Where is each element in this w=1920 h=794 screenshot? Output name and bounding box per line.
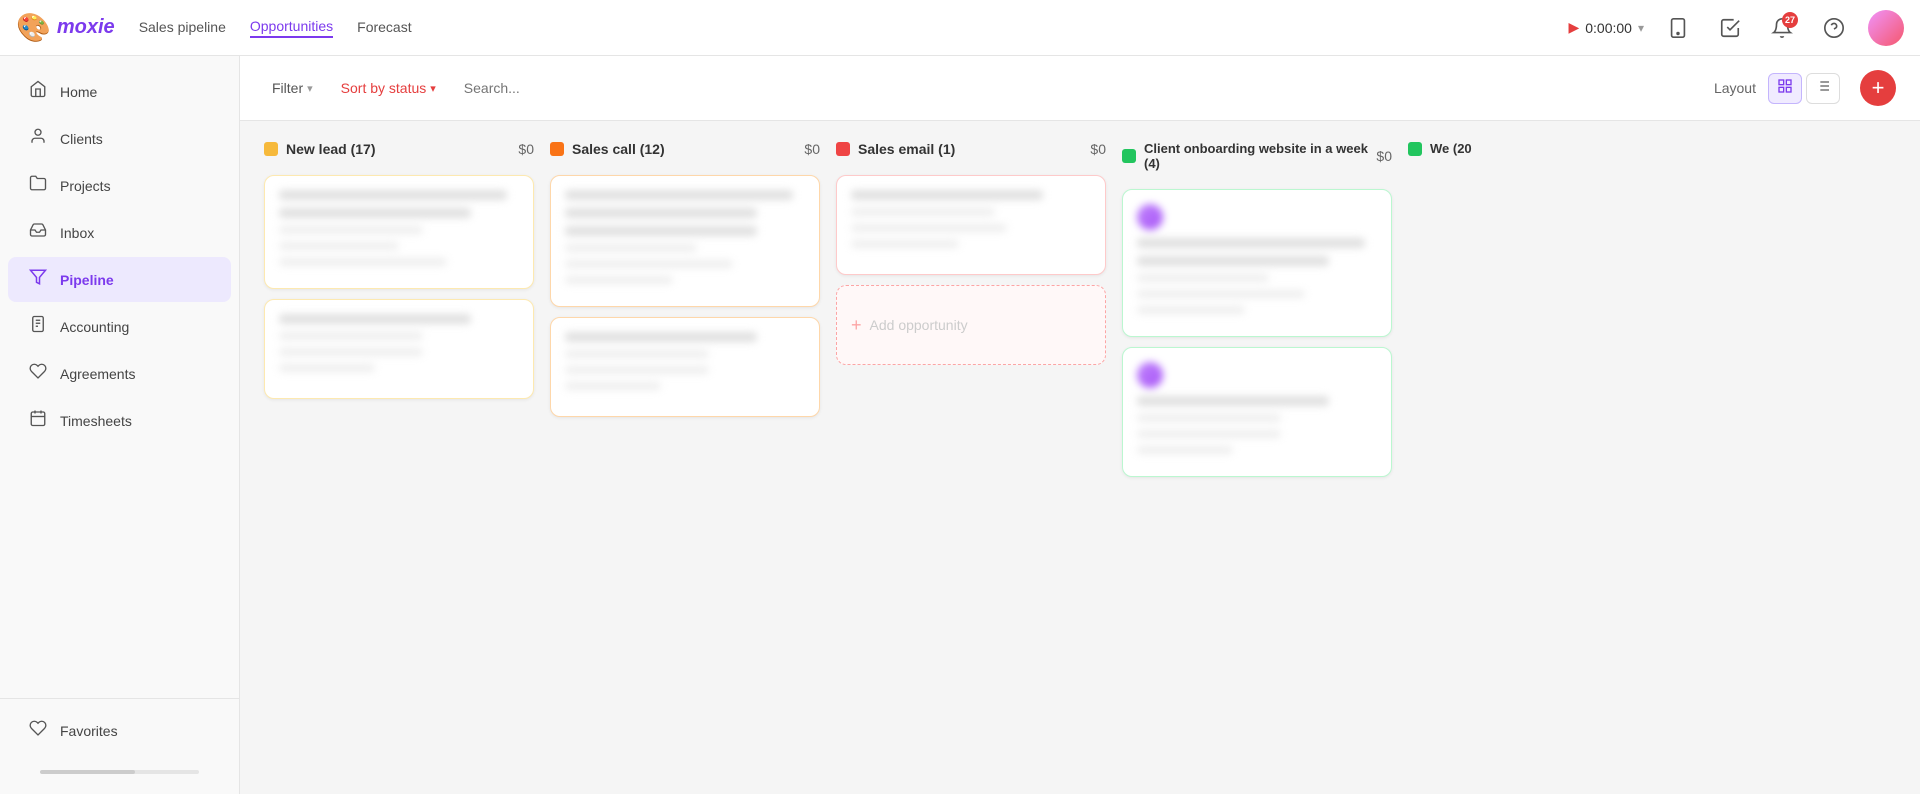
col-title-partial: We (20 xyxy=(1430,141,1588,156)
add-icon: + xyxy=(1872,75,1885,101)
nav-forecast[interactable]: Forecast xyxy=(357,19,411,37)
col-title-sales-call: Sales call (12) xyxy=(572,141,796,157)
add-opportunity-inline[interactable]: + Add opportunity xyxy=(836,285,1106,365)
col-title-client-onboarding: Client onboarding website in a week (4) xyxy=(1144,141,1368,171)
kanban-board: New lead (17) $0 xyxy=(240,121,1920,794)
kanban-card[interactable] xyxy=(550,317,820,417)
sidebar-label-favorites: Favorites xyxy=(60,723,118,739)
layout-buttons xyxy=(1768,73,1840,104)
main-layout: Home Clients Projects Inbox Pipeline xyxy=(0,56,1920,794)
sidebar-item-timesheets[interactable]: Timesheets xyxy=(8,398,231,443)
notification-badge: 27 xyxy=(1782,12,1798,28)
filter-chevron-icon: ▾ xyxy=(307,82,313,95)
agreements-icon xyxy=(28,362,48,385)
timer-display: 0:00:00 xyxy=(1585,20,1632,36)
col-dot-sales-call xyxy=(550,142,564,156)
checklist-icon-button[interactable] xyxy=(1712,10,1748,46)
col-header-sales-email: Sales email (1) $0 xyxy=(836,137,1106,165)
kanban-card[interactable] xyxy=(550,175,820,307)
add-opportunity-button[interactable]: + xyxy=(1860,70,1896,106)
kanban-col-new-lead: New lead (17) $0 xyxy=(264,137,534,399)
sidebar-item-home[interactable]: Home xyxy=(8,69,231,114)
toolbar: Filter ▾ Sort by status ▾ Layout + xyxy=(240,56,1920,121)
sidebar-label-timesheets: Timesheets xyxy=(60,413,132,429)
col-header-new-lead: New lead (17) $0 xyxy=(264,137,534,165)
add-opp-label: Add opportunity xyxy=(870,317,968,333)
nav-sales-pipeline[interactable]: Sales pipeline xyxy=(139,19,226,37)
topnav: 🎨 moxie Sales pipeline Opportunities For… xyxy=(0,0,1920,56)
layout-label: Layout xyxy=(1714,80,1756,96)
add-opp-icon: + xyxy=(851,315,862,336)
grid-layout-button[interactable] xyxy=(1768,73,1802,104)
col-amount-client-onboarding: $0 xyxy=(1376,148,1392,164)
col-header-sales-call: Sales call (12) $0 xyxy=(550,137,820,165)
sidebar-item-favorites[interactable]: Favorites xyxy=(8,708,231,753)
kanban-col-sales-call: Sales call (12) $0 xyxy=(550,137,820,417)
col-dot-new-lead xyxy=(264,142,278,156)
col-dot-sales-email xyxy=(836,142,850,156)
sidebar-item-agreements[interactable]: Agreements xyxy=(8,351,231,396)
sort-button[interactable]: Sort by status ▾ xyxy=(333,76,444,100)
topnav-links: Sales pipeline Opportunities Forecast xyxy=(139,18,412,38)
kanban-card[interactable] xyxy=(264,299,534,399)
avatar[interactable] xyxy=(1868,10,1904,46)
col-header-partial: We (20 xyxy=(1408,137,1588,164)
sidebar-label-agreements: Agreements xyxy=(60,366,135,382)
sidebar-item-pipeline[interactable]: Pipeline xyxy=(8,257,231,302)
kanban-card[interactable] xyxy=(1122,347,1392,477)
col-dot-client-onboarding xyxy=(1122,149,1136,163)
sidebar-label-accounting: Accounting xyxy=(60,319,129,335)
kanban-col-sales-email: Sales email (1) $0 + Add opportunity xyxy=(836,137,1106,365)
play-icon: ▶ xyxy=(1568,19,1579,36)
favorites-icon xyxy=(28,719,48,742)
sidebar-label-inbox: Inbox xyxy=(60,225,94,241)
sidebar-label-projects: Projects xyxy=(60,178,111,194)
clients-icon xyxy=(28,127,48,150)
timesheets-icon xyxy=(28,409,48,432)
col-amount-sales-email: $0 xyxy=(1090,141,1106,157)
timer-button[interactable]: ▶ 0:00:00 ▾ xyxy=(1568,19,1644,36)
sort-label: Sort by status xyxy=(341,80,427,96)
sidebar-item-inbox[interactable]: Inbox xyxy=(8,210,231,255)
accounting-icon xyxy=(28,315,48,338)
sidebar-scroll xyxy=(0,754,239,782)
kanban-col-client-onboarding: Client onboarding website in a week (4) … xyxy=(1122,137,1392,477)
col-amount-sales-call: $0 xyxy=(804,141,820,157)
logo-text: moxie xyxy=(57,16,115,39)
filter-button[interactable]: Filter ▾ xyxy=(264,76,321,100)
topnav-right: ▶ 0:00:00 ▾ 27 xyxy=(1568,10,1904,46)
notifications-button[interactable]: 27 xyxy=(1764,10,1800,46)
sort-chevron-icon: ▾ xyxy=(430,82,436,95)
col-dot-partial xyxy=(1408,142,1422,156)
sidebar-item-accounting[interactable]: Accounting xyxy=(8,304,231,349)
home-icon xyxy=(28,80,48,103)
col-title-sales-email: Sales email (1) xyxy=(858,141,1082,157)
projects-icon xyxy=(28,174,48,197)
pipeline-icon xyxy=(28,268,48,291)
sidebar-label-clients: Clients xyxy=(60,131,103,147)
kanban-card[interactable] xyxy=(1122,189,1392,337)
logo-icon: 🎨 xyxy=(16,11,51,44)
nav-opportunities[interactable]: Opportunities xyxy=(250,18,333,38)
timer-dropdown-icon: ▾ xyxy=(1638,21,1644,35)
kanban-card[interactable] xyxy=(264,175,534,289)
sidebar-label-pipeline: Pipeline xyxy=(60,272,114,288)
device-icon-button[interactable] xyxy=(1660,10,1696,46)
kanban-col-partial: We (20 xyxy=(1408,137,1588,164)
list-layout-button[interactable] xyxy=(1806,73,1840,104)
kanban-card[interactable] xyxy=(836,175,1106,275)
logo[interactable]: 🎨 moxie xyxy=(16,11,115,44)
inbox-icon xyxy=(28,221,48,244)
sidebar: Home Clients Projects Inbox Pipeline xyxy=(0,56,240,794)
col-header-client-onboarding: Client onboarding website in a week (4) … xyxy=(1122,137,1392,179)
sidebar-item-projects[interactable]: Projects xyxy=(8,163,231,208)
filter-label: Filter xyxy=(272,80,303,96)
sidebar-label-home: Home xyxy=(60,84,97,100)
search-input[interactable] xyxy=(456,76,1702,100)
help-button[interactable] xyxy=(1816,10,1852,46)
col-title-new-lead: New lead (17) xyxy=(286,141,510,157)
content-area: Filter ▾ Sort by status ▾ Layout + xyxy=(240,56,1920,794)
col-amount-new-lead: $0 xyxy=(518,141,534,157)
sidebar-item-clients[interactable]: Clients xyxy=(8,116,231,161)
